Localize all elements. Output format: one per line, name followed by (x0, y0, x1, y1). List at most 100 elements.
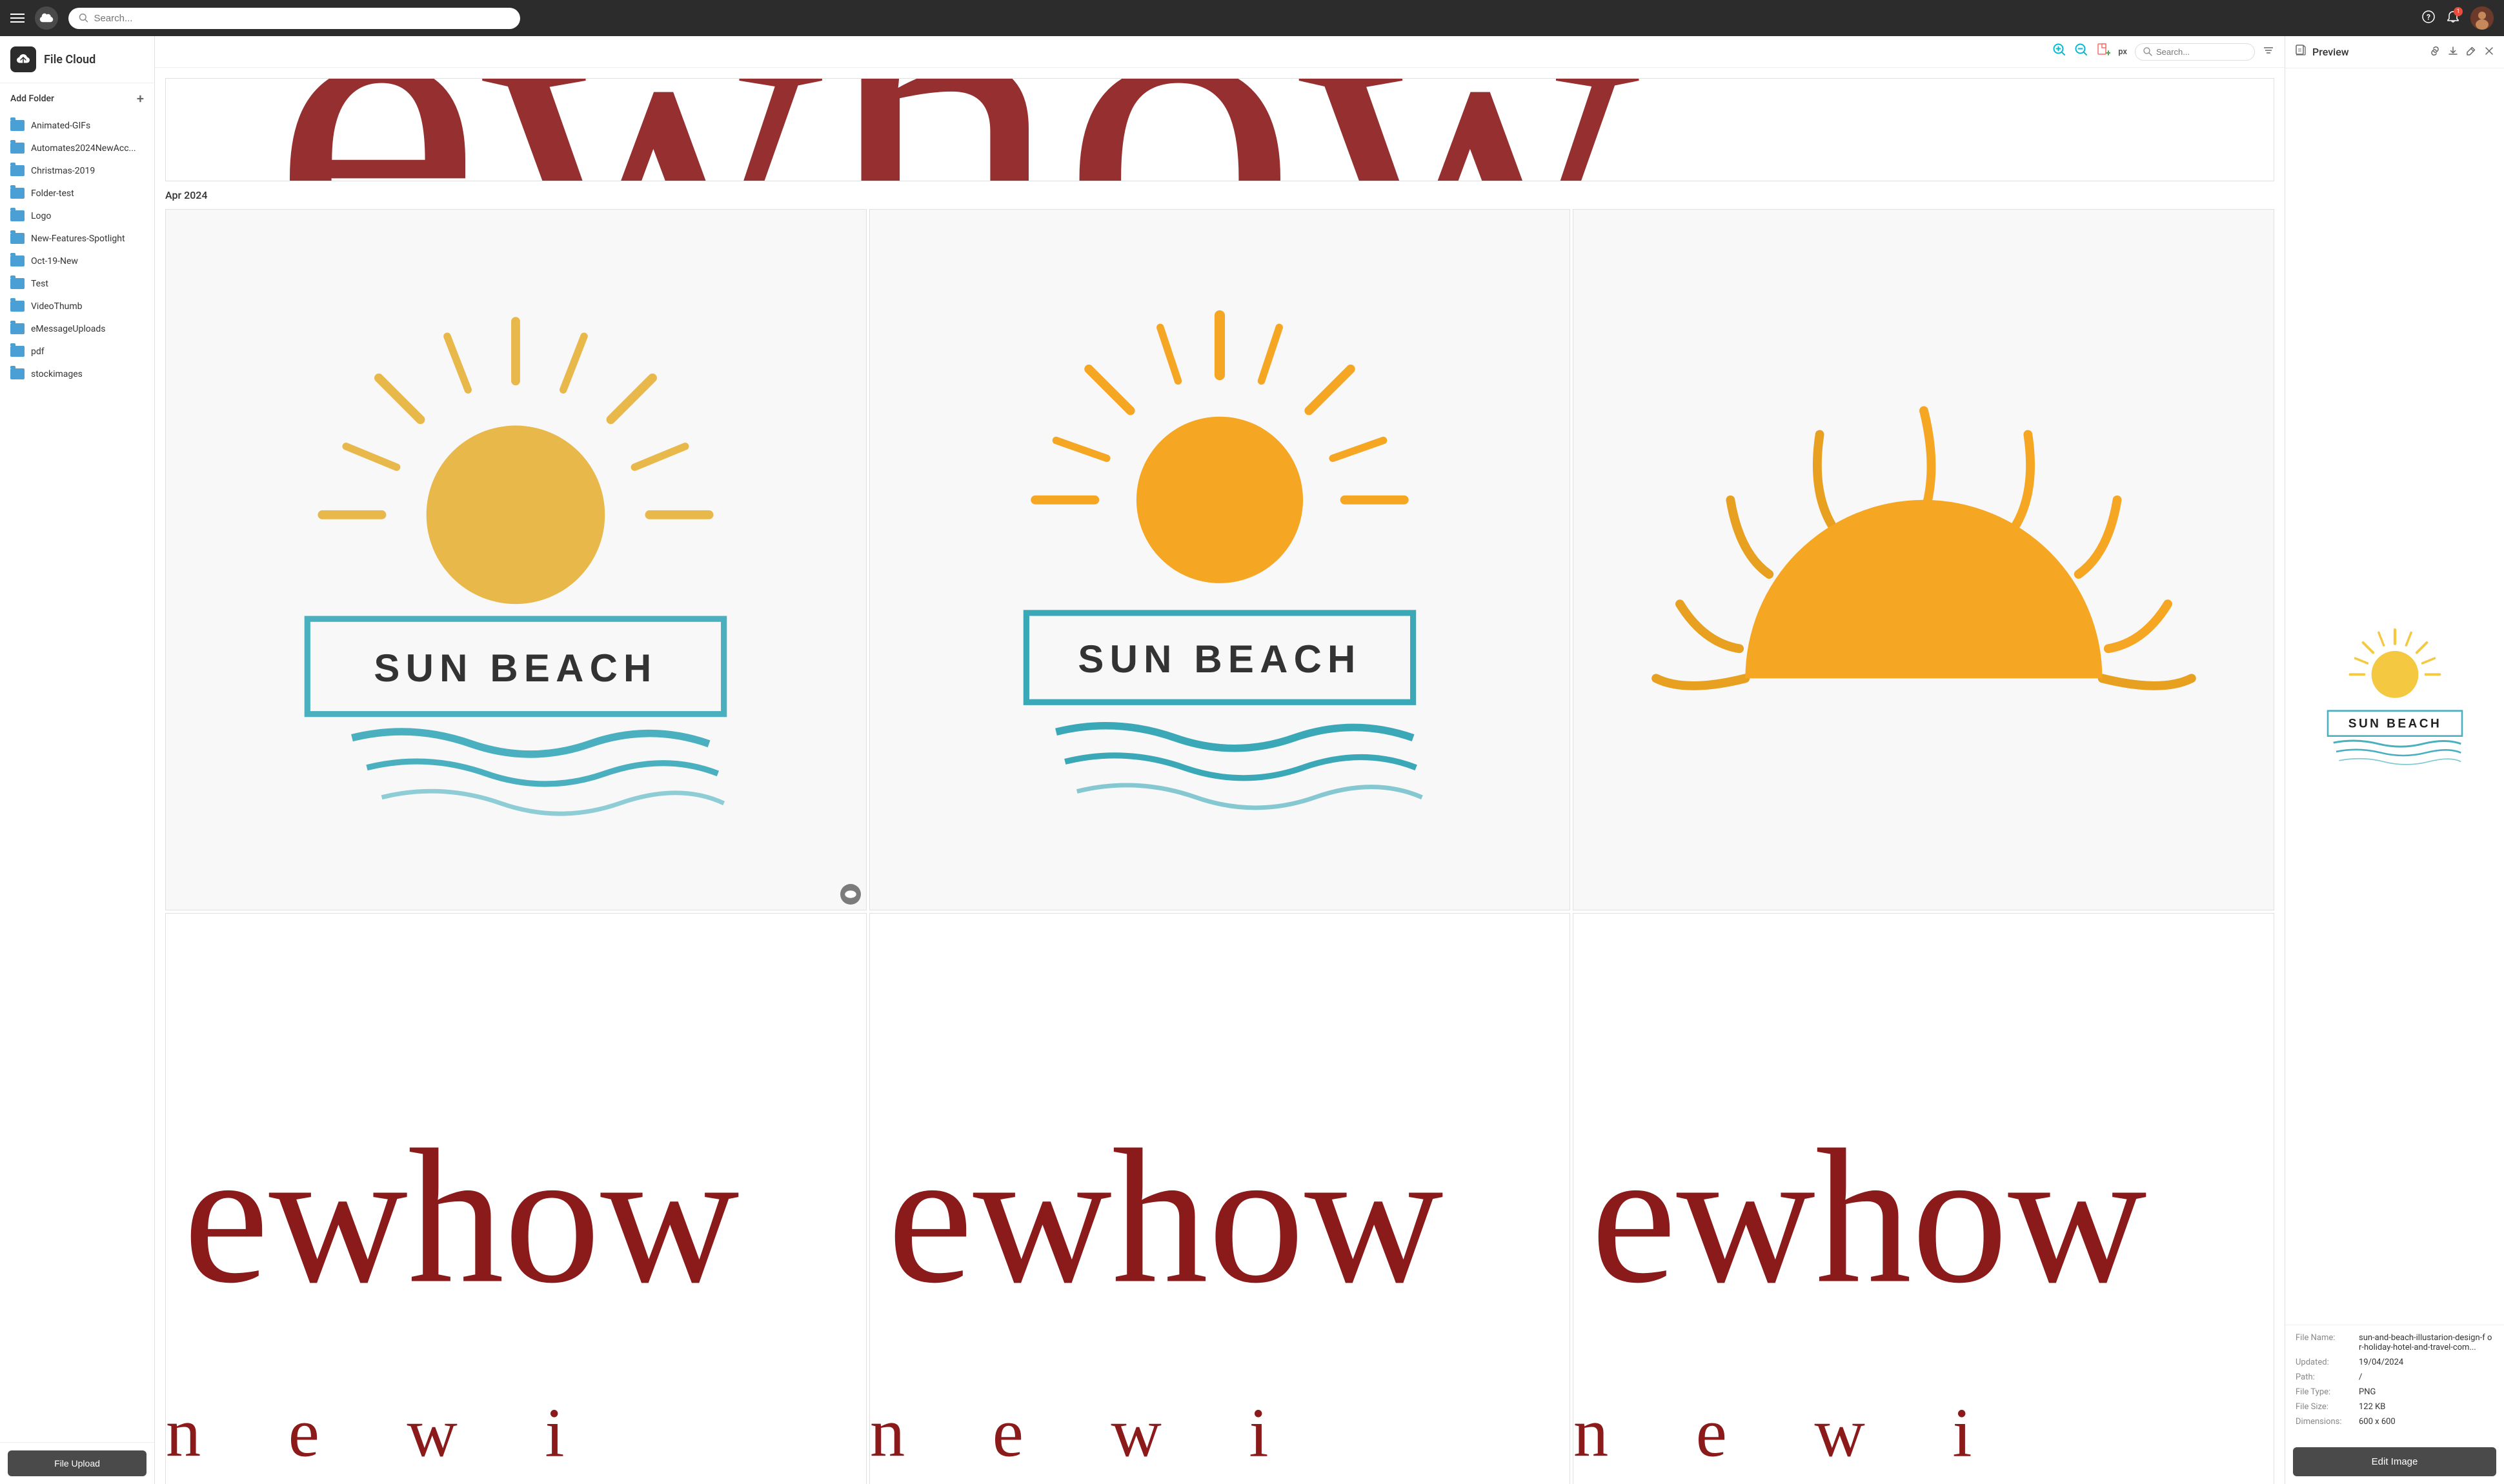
content-body: ewhow n e w i Apr 2024 (155, 68, 2285, 1484)
content-toolbar: px (155, 36, 2285, 68)
folder-icon (10, 301, 25, 312)
svg-text:n e w i: n e w i (166, 1394, 600, 1471)
new-file-icon[interactable] (2096, 43, 2110, 61)
sidebar-folder-item[interactable]: VideoThumb (0, 295, 154, 317)
image-cell-script2[interactable]: ewhow n e w i (869, 913, 1571, 1484)
apr-2024-section-title: Apr 2024 (165, 189, 2274, 201)
preview-header-actions (2429, 45, 2495, 59)
main-content: px (155, 36, 2285, 1484)
zoom-out-icon[interactable] (2074, 43, 2088, 61)
sidebar-folder-label: Animated-GIFs (31, 121, 90, 131)
svg-text:ewhow: ewhow (887, 1109, 1443, 1323)
meta-dimensions-value: 600 x 600 (2359, 1417, 2396, 1427)
close-icon[interactable] (2483, 45, 2495, 59)
link-icon[interactable] (2429, 45, 2441, 59)
svg-text:SUN BEACH: SUN BEACH (374, 647, 658, 690)
meta-filename-value: sun-and-beach-illustarion-design-f or-ho… (2359, 1333, 2494, 1352)
sidebar-folder-label: eMessageUploads (31, 324, 106, 334)
meta-updated-value: 19/04/2024 (2359, 1358, 2403, 1367)
folder-icon (10, 233, 25, 244)
sidebar-folder-item[interactable]: eMessageUploads (0, 317, 154, 340)
svg-text:SUN BEACH: SUN BEACH (1078, 638, 1361, 681)
add-folder-button[interactable]: Add Folder + (0, 83, 154, 114)
sidebar-folder-item[interactable]: Oct-19-New (0, 250, 154, 272)
folder-icon (10, 256, 25, 266)
folder-icon (10, 165, 25, 176)
sidebar-folder-label: VideoThumb (31, 301, 83, 312)
nav-right-actions: ? 1 (2421, 6, 2494, 30)
preview-eye-badge[interactable] (840, 884, 861, 905)
preview-metadata: File Name: sun-and-beach-illustarion-des… (2285, 1325, 2504, 1439)
sidebar-folder-label: stockimages (31, 369, 83, 379)
partial-top-row: ewhow n e w i (165, 78, 2274, 181)
edit-icon[interactable] (2465, 45, 2477, 59)
meta-path-row: Path: / (2296, 1372, 2494, 1382)
sidebar-folder-item[interactable]: Automates2024NewAcc... (0, 137, 154, 159)
sidebar-folder-item[interactable]: New-Features-Spotlight (0, 227, 154, 250)
preview-doc-icon (2294, 44, 2307, 60)
main-layout: File Cloud Add Folder + Animated-GIFs Au… (0, 0, 2504, 1484)
sidebar-folder-label: Oct-19-New (31, 256, 78, 266)
preview-panel: Preview (2285, 36, 2504, 1484)
px-label: px (2118, 47, 2127, 57)
sidebar-folder-item[interactable]: Animated-GIFs (0, 114, 154, 137)
sidebar-folder-item[interactable]: stockimages (0, 363, 154, 385)
sidebar-folder-item[interactable]: pdf (0, 340, 154, 363)
folder-icon (10, 188, 25, 199)
sidebar-folder-label: Test (31, 279, 48, 289)
folder-icon (10, 323, 25, 334)
global-search-bar[interactable] (68, 8, 520, 29)
add-folder-plus-icon[interactable]: + (137, 91, 144, 106)
meta-filetype-row: File Type: PNG (2296, 1387, 2494, 1397)
user-avatar[interactable] (2470, 6, 2494, 30)
svg-text:n e w i: n e w i (870, 1394, 1304, 1471)
sidebar-folder-label: pdf (31, 346, 45, 357)
sidebar-folder-item[interactable]: Folder-test (0, 182, 154, 205)
image-cell-sunhalf[interactable] (1573, 209, 2274, 910)
folder-icon (10, 278, 25, 289)
edit-image-button[interactable]: Edit Image (2293, 1447, 2496, 1476)
sidebar-folder-item[interactable]: Test (0, 272, 154, 295)
preview-title: Preview (2312, 46, 2424, 58)
file-upload-button[interactable]: File Upload (8, 1450, 146, 1476)
filter-icon[interactable] (2263, 45, 2274, 59)
folder-icon (10, 368, 25, 379)
folder-icon (10, 210, 25, 221)
svg-text:n e w i: n e w i (1573, 1394, 2007, 1471)
meta-filesize-row: File Size: 122 KB (2296, 1402, 2494, 1412)
sidebar-folder-label: Logo (31, 211, 51, 221)
help-icon[interactable]: ? (2421, 10, 2436, 27)
folder-icon (10, 120, 25, 131)
svg-text:ewhow: ewhow (1591, 1109, 2147, 1323)
partial-image-cell[interactable]: ewhow n e w i (165, 78, 2274, 181)
toolbar-search-bar[interactable] (2135, 43, 2255, 61)
sidebar: File Cloud Add Folder + Animated-GIFs Au… (0, 36, 155, 1484)
image-cell-sunbeach1[interactable]: SUN BEACH (165, 209, 867, 910)
menu-icon[interactable] (10, 14, 25, 23)
sidebar-folder-item[interactable]: Christmas-2019 (0, 159, 154, 182)
image-cell-sunbeach2[interactable]: SUN BEACH (869, 209, 1571, 910)
meta-filename-row: File Name: sun-and-beach-illustarion-des… (2296, 1333, 2494, 1352)
global-search-input[interactable] (94, 13, 510, 24)
svg-text:SUN BEACH: SUN BEACH (2348, 717, 2441, 730)
zoom-in-icon[interactable] (2052, 43, 2066, 61)
sidebar-folder-item[interactable]: Logo (0, 205, 154, 227)
svg-text:ewhow: ewhow (183, 1109, 740, 1323)
svg-text:ewhow: ewhow (271, 78, 1641, 181)
sidebar-folder-label: Folder-test (31, 188, 74, 199)
preview-header: Preview (2285, 36, 2504, 68)
toolbar-search-input[interactable] (2156, 47, 2247, 57)
sidebar-folder-label: New-Features-Spotlight (31, 234, 125, 244)
top-navigation: ? 1 (0, 0, 2504, 36)
sidebar-bottom: File Upload (0, 1442, 154, 1484)
download-icon[interactable] (2447, 45, 2459, 59)
image-cell-script3[interactable]: ewhow n e w i (1573, 913, 2274, 1484)
image-cell-script1[interactable]: ewhow n e w i (165, 913, 867, 1484)
sidebar-folder-list: Animated-GIFs Automates2024NewAcc... Chr… (0, 114, 154, 385)
preview-image-area: SUN BEACH (2285, 68, 2504, 1325)
sidebar-folder-label: Christmas-2019 (31, 166, 95, 176)
sidebar-folder-label: Automates2024NewAcc... (31, 143, 136, 154)
meta-dimensions-row: Dimensions: 600 x 600 (2296, 1417, 2494, 1427)
notification-badge: 1 (2454, 7, 2463, 16)
notifications-icon[interactable]: 1 (2446, 10, 2460, 27)
